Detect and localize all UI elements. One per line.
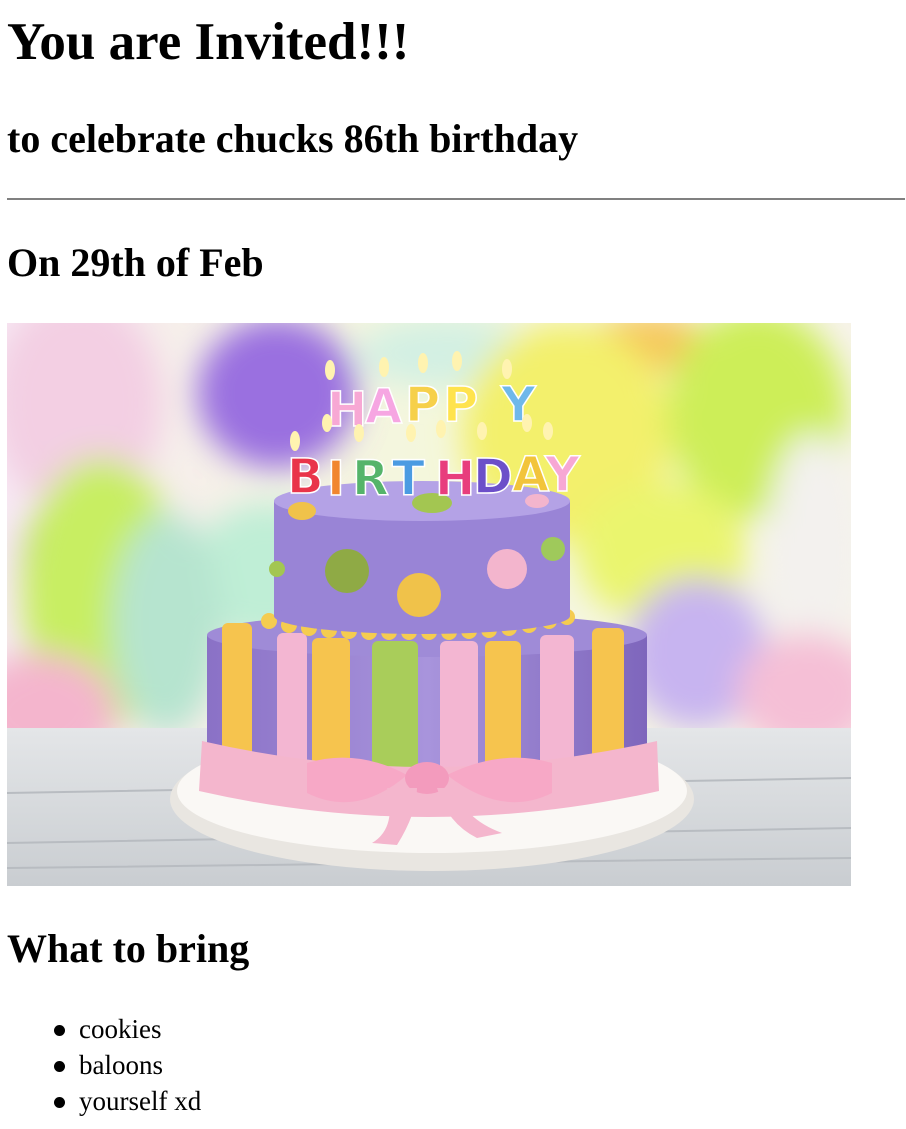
- svg-text:A: A: [365, 379, 402, 435]
- svg-text:Y: Y: [544, 447, 581, 503]
- list-item: baloons: [53, 1047, 201, 1083]
- horizontal-rule: [7, 198, 905, 200]
- page-title: You are Invited!!!: [7, 13, 410, 71]
- what-to-bring-heading: What to bring: [7, 926, 250, 971]
- svg-text:A: A: [512, 447, 549, 503]
- date-heading: On 29th of Feb: [7, 240, 264, 285]
- svg-text:R: R: [352, 451, 389, 507]
- svg-text:D: D: [473, 449, 513, 505]
- svg-text:I: I: [327, 451, 345, 507]
- svg-text:B: B: [287, 449, 324, 505]
- list-item: yourself xd: [53, 1083, 201, 1119]
- page-subtitle: to celebrate chucks 86th birthday: [7, 116, 579, 161]
- bring-list: cookies baloons yourself xd: [53, 1011, 201, 1119]
- svg-text:H: H: [435, 451, 475, 507]
- svg-text:P: P: [443, 377, 478, 433]
- birthday-cake-image: H A P P Y B I R T H D A Y: [7, 323, 851, 886]
- list-item: cookies: [53, 1011, 201, 1047]
- svg-text:T: T: [392, 451, 425, 507]
